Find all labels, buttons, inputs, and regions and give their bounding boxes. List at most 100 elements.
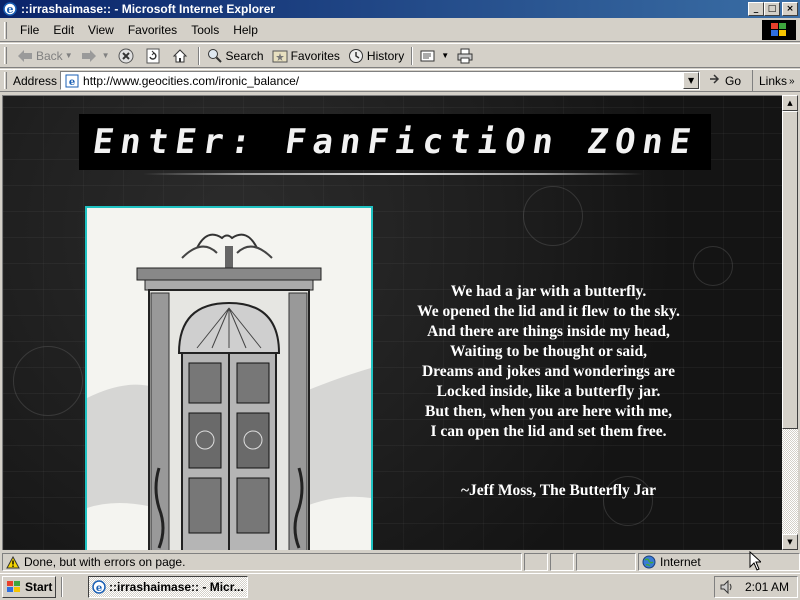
taskbar-separator [61, 577, 63, 597]
taskbar-window-label: ::irrashaimase:: - Micr... [109, 580, 244, 594]
maximize-button[interactable]: □ [764, 2, 780, 16]
standard-toolbar: Back ▼ ▼ Search Favorites History ▼ [0, 43, 800, 68]
windows-logo-icon [762, 20, 796, 40]
mail-icon [420, 48, 436, 64]
scroll-up-button[interactable]: ▲ [782, 95, 798, 111]
menu-file[interactable]: File [13, 21, 46, 39]
chevron-down-icon[interactable]: ▼ [441, 51, 449, 60]
stop-button[interactable] [114, 45, 141, 66]
banner-divider [143, 173, 643, 175]
home-icon [172, 48, 188, 64]
ie-logo-icon: e [2, 1, 18, 17]
chevron-down-icon[interactable]: ▼ [102, 51, 110, 60]
close-button[interactable]: × [782, 2, 798, 16]
links-button[interactable]: Links » [752, 70, 800, 92]
favorites-button-label: Favorites [290, 48, 340, 63]
back-arrow-icon [17, 49, 33, 63]
toolbar-grip[interactable] [4, 72, 7, 89]
status-bar: Done, but with errors on page. Internet [0, 552, 800, 572]
toolbar-separator [197, 46, 200, 65]
mail-button[interactable]: ▼ [416, 45, 453, 66]
security-zone-pane[interactable]: Internet [638, 553, 800, 571]
speaker-icon[interactable] [719, 580, 735, 594]
globe-icon [642, 555, 656, 569]
go-button-label: Go [725, 73, 742, 88]
address-label: Address [13, 73, 58, 88]
menu-bar: File Edit View Favorites Tools Help [0, 19, 800, 42]
menu-edit[interactable]: Edit [46, 21, 81, 39]
menu-favorites[interactable]: Favorites [121, 21, 184, 39]
status-pane-empty [576, 553, 636, 571]
ie-page-icon: e [64, 73, 80, 89]
status-pane-empty [550, 553, 574, 571]
back-button[interactable]: Back ▼ [13, 45, 77, 66]
toolbar-grip[interactable] [4, 47, 7, 64]
chevron-down-icon[interactable]: ▼ [65, 51, 73, 60]
taskbar: Start e ::irrashaimase:: - Micr... 2:01 … [0, 573, 800, 600]
vertical-scrollbar[interactable]: ▲ ▼ [782, 95, 798, 550]
poem-line: Waiting to be thought or said, [450, 343, 647, 360]
svg-text:e: e [96, 583, 102, 594]
window-title: ::irrashaimase:: - Microsoft Internet Ex… [21, 2, 276, 16]
refresh-button[interactable] [141, 45, 168, 66]
chevron-right-icon: » [789, 75, 795, 87]
title-bar: e ::irrashaimase:: - Microsoft Internet … [0, 0, 800, 18]
search-button-label: Search [225, 48, 264, 63]
menu-tools[interactable]: Tools [184, 21, 226, 39]
ornate-door-drawing [87, 233, 371, 550]
home-button[interactable] [168, 45, 195, 66]
decorative-circle [13, 346, 83, 416]
status-message-pane[interactable]: Done, but with errors on page. [2, 553, 522, 571]
stop-icon [118, 48, 134, 64]
poem-line: Locked inside, like a butterfly jar. [436, 383, 661, 400]
go-button[interactable]: Go [708, 72, 741, 89]
address-url[interactable]: http://www.geocities.com/ironic_balance/ [83, 74, 299, 88]
poem-line: We opened the lid and it flew to the sky… [417, 303, 680, 320]
print-button[interactable] [453, 45, 480, 66]
decorative-circle [523, 186, 583, 246]
mouse-cursor-icon [749, 551, 761, 571]
decorative-circle [693, 246, 733, 286]
toolbar-grip[interactable] [4, 21, 7, 39]
history-icon [348, 48, 364, 64]
security-zone-label: Internet [660, 555, 701, 569]
minimize-button[interactable]: _ [748, 2, 764, 16]
svg-text:e: e [69, 77, 75, 88]
search-icon [207, 48, 223, 64]
poem-attribution: ~Jeff Moss, The Butterfly Jar [460, 482, 657, 499]
forward-button[interactable]: ▼ [77, 45, 114, 66]
scroll-down-button[interactable]: ▼ [782, 534, 798, 550]
fanfiction-banner: EntEr: FanFictiOn ZOnE [79, 114, 711, 170]
toolbar-separator [411, 46, 414, 65]
menu-view[interactable]: View [81, 21, 121, 39]
door-illustration [85, 206, 373, 550]
scroll-thumb[interactable] [782, 111, 798, 429]
forward-arrow-icon [81, 49, 97, 63]
clock[interactable]: 2:01 AM [745, 580, 789, 594]
start-label: Start [25, 580, 53, 594]
back-button-label: Back [36, 48, 63, 63]
go-arrow-icon [708, 72, 722, 89]
menu-help[interactable]: Help [226, 21, 265, 39]
history-button-label: History [366, 48, 405, 63]
favorites-button[interactable]: Favorites [268, 45, 344, 66]
windows-logo-icon [6, 580, 22, 594]
poem-line: We had a jar with a butterfly. [450, 283, 647, 300]
web-page-content[interactable]: EntEr: FanFictiOn ZOnE We had a jar with… [2, 95, 782, 550]
warning-icon[interactable] [6, 555, 20, 569]
banner-title: EntEr: FanFictiOn ZOnE [90, 122, 700, 162]
status-message: Done, but with errors on page. [24, 555, 186, 569]
poem-line: But then, when you are here with me, [425, 403, 672, 420]
address-dropdown-button[interactable]: ▼ [683, 72, 700, 89]
refresh-icon [145, 48, 161, 64]
start-button[interactable]: Start [2, 576, 56, 598]
history-button[interactable]: History [344, 45, 408, 66]
favorites-icon [272, 48, 288, 64]
address-input[interactable]: e http://www.geocities.com/ironic_balanc… [60, 71, 701, 90]
poem-line: I can open the lid and set them free. [430, 423, 667, 440]
poem-line: And there are things inside my head, [427, 323, 670, 340]
taskbar-ie-window-button[interactable]: e ::irrashaimase:: - Micr... [88, 576, 248, 598]
poem: We had a jar with a butterfly. We opened… [381, 282, 716, 442]
poem-line: Dreams and jokes and wonderings are [421, 363, 676, 380]
search-button[interactable]: Search [203, 45, 268, 66]
